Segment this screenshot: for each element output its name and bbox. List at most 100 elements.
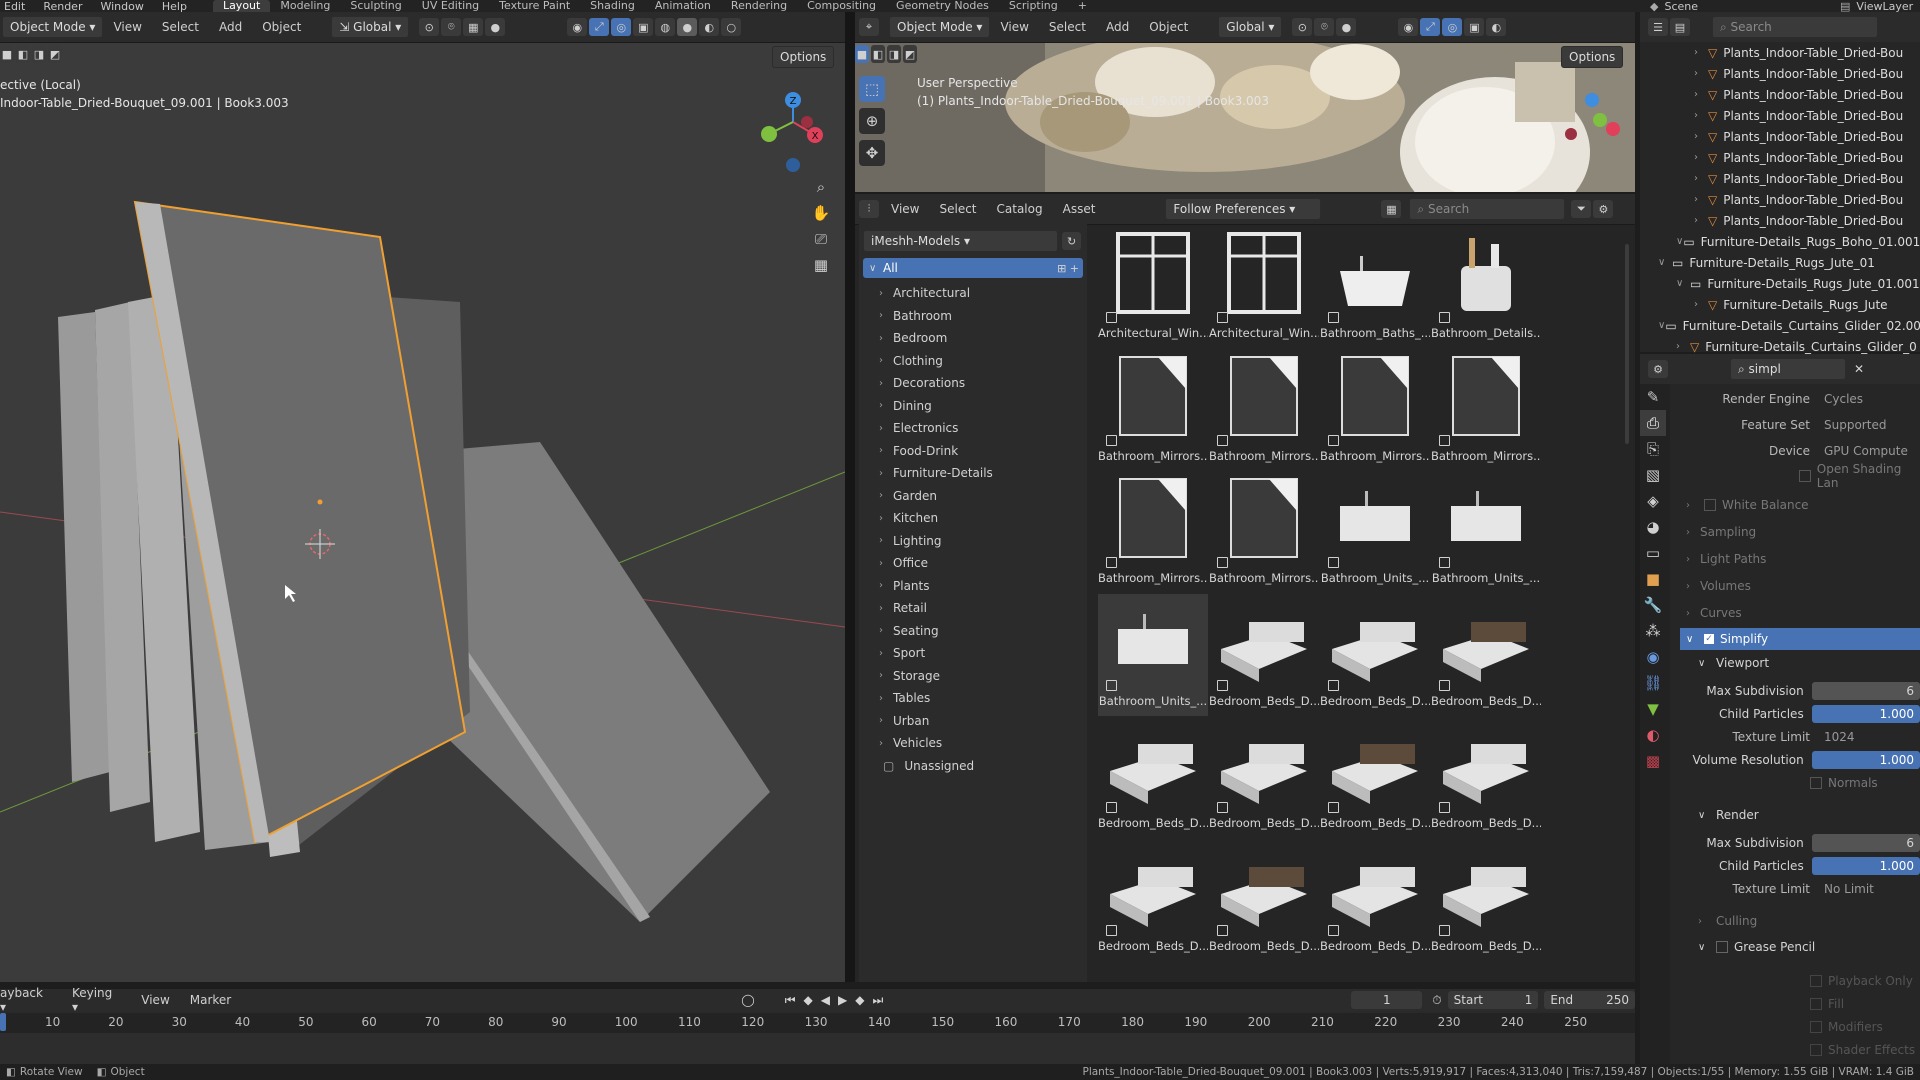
timeline-menu-marker[interactable]: Marker [190, 993, 231, 1007]
asset-tile[interactable]: Bathroom_Units_... [1431, 471, 1541, 593]
catalog-unassigned[interactable]: ▢ Unassigned [859, 755, 1087, 778]
move-tool-icon[interactable]: ✥ [859, 140, 885, 166]
left-axis-gizmo[interactable]: Z X [755, 82, 835, 182]
outliner-row[interactable]: › ▽ Plants_Indoor-Table_Dried-Bou [1640, 147, 1920, 168]
outliner-row[interactable]: › ▽ Furniture-Details_Rugs_Jute [1640, 294, 1920, 315]
auto-keying-icon[interactable]: ◯ [741, 993, 754, 1007]
viewport-child-particles-slider[interactable]: 1.000 [1811, 705, 1920, 724]
asset-tile[interactable]: Bedroom_Beds_D... [1320, 839, 1430, 961]
normals-checkbox[interactable] [1810, 777, 1822, 790]
asset-search-input[interactable]: ⌕ Search [1409, 198, 1566, 220]
asset-tile[interactable]: Bathroom_Mirrors... [1320, 349, 1430, 471]
viewport-subpanel-header[interactable]: ∨ Viewport [1680, 652, 1920, 674]
asset-tile[interactable]: Bedroom_Beds_D... [1209, 594, 1319, 716]
expand-chevron-icon[interactable]: › [1694, 110, 1708, 121]
right-select-extend-icon[interactable]: ◧ [871, 45, 885, 63]
play-icon[interactable]: ▶ [838, 993, 855, 1007]
right-pivot-icon[interactable]: ⊙ [1292, 18, 1313, 36]
right-menu-add[interactable]: Add [1106, 20, 1129, 34]
asset-scrollbar[interactable] [1625, 244, 1629, 444]
right-select-box-icon[interactable]: ■ [855, 45, 869, 63]
catalog-all[interactable]: ∨ All ⊞ + [863, 258, 1083, 278]
asset-tile[interactable]: Bathroom_Mirrors... [1209, 471, 1319, 593]
catalog-item[interactable]: › Sport [859, 642, 1087, 665]
grease-pencil-panel-header[interactable]: ∨ Grease Pencil [1680, 936, 1920, 958]
collapsed-panel-header[interactable]: › White Balance [1680, 494, 1920, 516]
expand-chevron-icon[interactable]: › [1694, 299, 1708, 310]
expand-chevron-icon[interactable]: › [1694, 152, 1708, 163]
physics-tab-icon[interactable]: ◉ [1640, 644, 1666, 670]
catalog-item[interactable]: › Food-Drink [859, 440, 1087, 463]
render-max-subdivision-field[interactable]: 6 [1811, 834, 1920, 853]
asset-tile[interactable]: Bathroom_Mirrors... [1098, 349, 1208, 471]
settings-gear-icon[interactable]: ⚙ [1593, 200, 1614, 218]
play-reverse-icon[interactable]: ◀ [821, 993, 838, 1007]
simplify-panel-header[interactable]: ∨ ✓ Simplify [1680, 628, 1920, 650]
asset-tile[interactable]: Bathroom_Mirrors... [1098, 471, 1208, 593]
stopwatch-icon[interactable]: ⏱ [1432, 993, 1441, 1008]
grease-pencil-option-checkbox[interactable] [1810, 975, 1822, 988]
asset-tile[interactable]: Bathroom_Units_... [1098, 593, 1208, 716]
view-layer-selector[interactable]: ▤ ViewLayer [1840, 0, 1913, 13]
menu-window[interactable]: Window [100, 0, 143, 13]
simplify-checkbox[interactable]: ✓ [1704, 634, 1714, 644]
editor-type-asset-icon[interactable]: ⫶ [859, 200, 879, 218]
expand-chevron-icon[interactable]: › [1694, 47, 1708, 58]
culling-panel-header[interactable]: › Culling [1680, 910, 1920, 932]
expand-chevron-icon[interactable]: ∨ [1676, 278, 1690, 289]
expand-chevron-icon[interactable]: › [1694, 89, 1708, 100]
modifier-tab-icon[interactable]: 🔧 [1640, 592, 1666, 618]
right-xray-icon[interactable]: ▣ [1464, 18, 1485, 36]
catalog-item[interactable]: › Bathroom [859, 305, 1087, 328]
display-mode-outliner-icon[interactable]: ▤ [1670, 18, 1690, 36]
import-method-dropdown[interactable]: Follow Preferences ▾ [1165, 198, 1322, 220]
editor-type-outliner-icon[interactable]: ☰ [1648, 18, 1668, 36]
current-frame-field[interactable]: 1 [1351, 991, 1423, 1009]
left-viewport[interactable]: Object Mode ▾ View Select Add Object ⇲ G… [0, 12, 845, 982]
playhead[interactable] [0, 1013, 6, 1031]
right-overlay-icon[interactable]: ◎ [1442, 18, 1463, 36]
grease-pencil-option-checkbox[interactable] [1810, 998, 1822, 1011]
select-tool-icon[interactable]: ⬚ [859, 76, 885, 102]
asset-tile[interactable]: Bedroom_Beds_D... [1209, 716, 1319, 838]
expand-chevron-icon[interactable]: › [1694, 173, 1708, 184]
expand-chevron-icon[interactable]: ∨ [1676, 236, 1683, 247]
outliner-row[interactable]: ∨ ▭ Furniture-Details_Rugs_Boho_01.001 [1640, 231, 1920, 252]
display-mode-icon[interactable]: ▦ [1381, 200, 1402, 218]
asset-tile[interactable]: Bedroom_Beds_D... [1209, 839, 1319, 961]
area-divider[interactable] [845, 12, 855, 982]
editor-type-3d-icon[interactable]: ⌖ [859, 18, 879, 36]
device-dropdown[interactable]: GPU Compute [1818, 442, 1914, 460]
jump-end-icon[interactable]: ⏭ [872, 993, 891, 1007]
feature-set-dropdown[interactable]: Supported [1818, 416, 1892, 434]
asset-menu-catalog[interactable]: Catalog [997, 202, 1043, 216]
tab-shading[interactable]: Shading [580, 0, 645, 12]
viewport-texture-limit-dropdown[interactable]: 1024 [1818, 728, 1861, 746]
scene-selector[interactable]: ◆ Scene [1650, 0, 1698, 13]
render-child-particles-slider[interactable]: 1.000 [1811, 857, 1920, 876]
collapsed-panel-header[interactable]: › Light Paths [1680, 548, 1920, 570]
tab-rendering[interactable]: Rendering [721, 0, 797, 12]
outliner-row[interactable]: ∨ ▭ Furniture-Details_Rugs_Jute_01 [1640, 252, 1920, 273]
outliner-row[interactable]: › ▽ Plants_Indoor-Table_Dried-Bou [1640, 105, 1920, 126]
render-subpanel-header[interactable]: ∨ Render [1680, 804, 1920, 826]
tab-animation[interactable]: Animation [645, 0, 721, 12]
tab-layout[interactable]: Layout [212, 0, 271, 12]
asset-tile[interactable]: Architectural_Win... [1098, 226, 1208, 348]
asset-tile[interactable]: Bedroom_Beds_D... [1098, 839, 1208, 961]
catalog-item[interactable]: › Storage [859, 665, 1087, 688]
end-frame-field[interactable]: End 250 [1544, 991, 1636, 1009]
timeline-track[interactable] [0, 1033, 1635, 1064]
right-shading-icon[interactable]: ◐ [1486, 18, 1507, 36]
collapsed-panel-header[interactable]: › Volumes [1680, 575, 1920, 597]
catalog-item[interactable]: › Garden [859, 485, 1087, 508]
expand-chevron-icon[interactable]: › [1694, 68, 1708, 79]
expand-chevron-icon[interactable]: › [1694, 131, 1708, 142]
timeline-menu-keying[interactable]: Keying ▾ [72, 986, 121, 1014]
outliner-row[interactable]: › ▽ Plants_Indoor-Table_Dried-Bou [1640, 126, 1920, 147]
asset-tile[interactable]: Bedroom_Beds_D... [1431, 839, 1541, 961]
asset-tile[interactable]: Architectural_Win... [1209, 226, 1319, 348]
add-workspace-button[interactable]: + [1068, 0, 1097, 12]
asset-menu-view[interactable]: View [891, 202, 919, 216]
right-orientation-dropdown[interactable]: Global ▾ [1218, 16, 1283, 38]
